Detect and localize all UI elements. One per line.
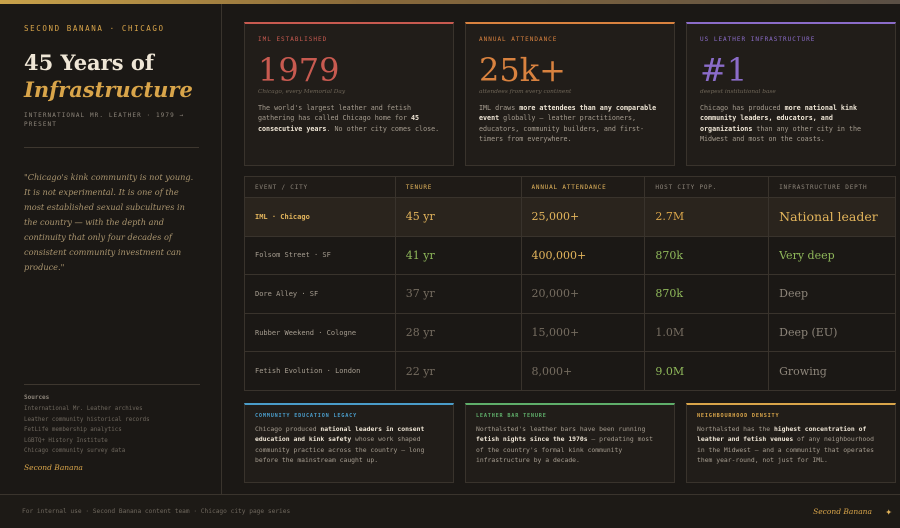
stat-card-infrastructure: US LEATHER INFRASTRUCTURE #1 deepest ins… (686, 22, 896, 166)
fact-label: COMMUNITY EDUCATION LEGACY (255, 413, 358, 419)
fact-card-density: NEIGHBOURHOOD DENSITY Northalsted has th… (686, 403, 896, 483)
population-cell: 9.0M (644, 351, 770, 391)
event-cell: Dore Alley · SF (244, 274, 396, 314)
tenure-cell: 28 yr (394, 312, 522, 353)
depth-cell: Growing (768, 351, 896, 391)
stat-label: US LEATHER INFRASTRUCTURE (700, 36, 816, 43)
stat-description: Chicago has produced more national kink … (700, 104, 862, 144)
table-row: IML · Chicago 45 yr 25,000+ 2.7M National le… (244, 197, 896, 237)
source-item: Leather community historical records (24, 416, 150, 423)
stat-label: ANNUAL ATTENDANCE (479, 36, 558, 43)
col-header: TENURE (394, 176, 522, 198)
fact-description: Northalsted has the highest concentratio… (697, 425, 874, 465)
footer: For internal use · Second Banana content… (0, 494, 900, 528)
event-cell: IML · Chicago (244, 197, 396, 237)
event-cell: Fetish Evolution · London (244, 351, 396, 391)
stat-card-attendance: ANNUAL ATTENDANCE 25k+ attendees from ev… (465, 22, 675, 166)
fact-card-bar-tenure: LEATHER BAR TENURE Northalsted's leather… (465, 403, 675, 483)
stat-description: IML draws more attendees than any compar… (479, 104, 657, 144)
stat-value: 25k+ (479, 51, 566, 89)
attendance-cell: 15,000+ (520, 312, 646, 353)
fact-description: Northalsted's leather bars have been run… (476, 425, 653, 465)
stat-value: #1 (700, 51, 748, 89)
title-line-1: 45 Years of (24, 50, 154, 75)
title-line-2: Infrastructure (24, 77, 193, 102)
stat-caption: attendees from every continent (479, 89, 572, 95)
col-header: EVENT / CITY (244, 176, 396, 198)
sidebar-brand: Second Banana (24, 462, 83, 472)
depth-cell: National leader (768, 197, 896, 237)
col-header: ANNUAL ATTENDANCE (520, 176, 646, 198)
attendance-cell: 8,000+ (520, 351, 646, 391)
banana-logo-icon: ✦ (885, 505, 892, 518)
depth-cell: Deep (EU) (768, 312, 896, 353)
stat-description: The world's largest leather and fetish g… (258, 104, 440, 133)
table-header-row: EVENT / CITY TENURE ANNUAL ATTENDANCE HO… (244, 176, 896, 198)
table-row: Dore Alley · SF 37 yr 20,000+ 870k Deep (244, 274, 896, 314)
event-cell: Rubber Weekend · Cologne (244, 312, 396, 353)
fact-label: NEIGHBOURHOOD DENSITY (697, 413, 780, 419)
sources-heading: Sources (24, 394, 50, 401)
attendance-cell: 20,000+ (520, 274, 646, 314)
col-header: HOST CITY POP. (644, 176, 770, 198)
pull-quote: "Chicago's kink community is not young. … (24, 172, 194, 272)
eyebrow: SECOND BANANA · CHICAGO (24, 24, 165, 33)
fact-description: Chicago produced national leaders in con… (255, 425, 425, 465)
fact-label: LEATHER BAR TENURE (476, 413, 547, 419)
depth-cell: Very deep (768, 235, 896, 276)
event-cell: Folsom Street · SF (244, 235, 396, 276)
attendance-cell: 400,000+ (520, 235, 646, 276)
source-item: FetLife membership analytics (24, 427, 122, 433)
population-cell: 870k (644, 235, 770, 276)
divider (24, 147, 199, 148)
source-item: LGBTQ+ History Institute (24, 437, 108, 444)
tenure-cell: 22 yr (394, 351, 522, 391)
table-row: Fetish Evolution · London 22 yr 8,000+ 9.0M… (244, 351, 896, 391)
depth-cell: Deep (768, 274, 896, 314)
stat-value: 1979 (258, 51, 340, 89)
tenure-cell: 41 yr (394, 235, 522, 276)
table-row: Folsom Street · SF 41 yr 400,000+ 870k Very … (244, 235, 896, 276)
tenure-cell: 45 yr (394, 197, 522, 237)
stat-label: IML ESTABLISHED (258, 36, 328, 43)
stat-caption: Chicago, every Memorial Day (258, 89, 346, 95)
sources-block: Sources International Mr. Leather archiv… (24, 384, 200, 472)
stat-card-established: IML ESTABLISHED 1979 Chicago, every Memo… (244, 22, 454, 166)
footer-brand: Second Banana (813, 507, 872, 516)
tenure-cell: 37 yr (394, 274, 522, 314)
population-cell: 2.7M (644, 197, 770, 237)
subtitle: INTERNATIONAL MR. LEATHER · 1979 → PRESE… (24, 112, 185, 128)
stat-caption: deepest institutional base (700, 89, 776, 95)
population-cell: 870k (644, 274, 770, 314)
footer-note: For internal use · Second Banana content… (22, 508, 291, 515)
population-cell: 1.0M (644, 312, 770, 353)
col-header: INFRASTRUCTURE DEPTH (768, 176, 896, 198)
page-title: 45 Years of Infrastructure (24, 49, 199, 103)
table-row: Rubber Weekend · Cologne 28 yr 15,000+ 1.0M… (244, 312, 896, 353)
source-item: International Mr. Leather archives (24, 406, 143, 412)
comparison-table: EVENT / CITY TENURE ANNUAL ATTENDANCE HO… (244, 176, 896, 391)
attendance-cell: 25,000+ (520, 197, 646, 237)
source-item: Chicago community survey data (24, 448, 126, 454)
fact-card-education: COMMUNITY EDUCATION LEGACY Chicago produ… (244, 403, 454, 483)
